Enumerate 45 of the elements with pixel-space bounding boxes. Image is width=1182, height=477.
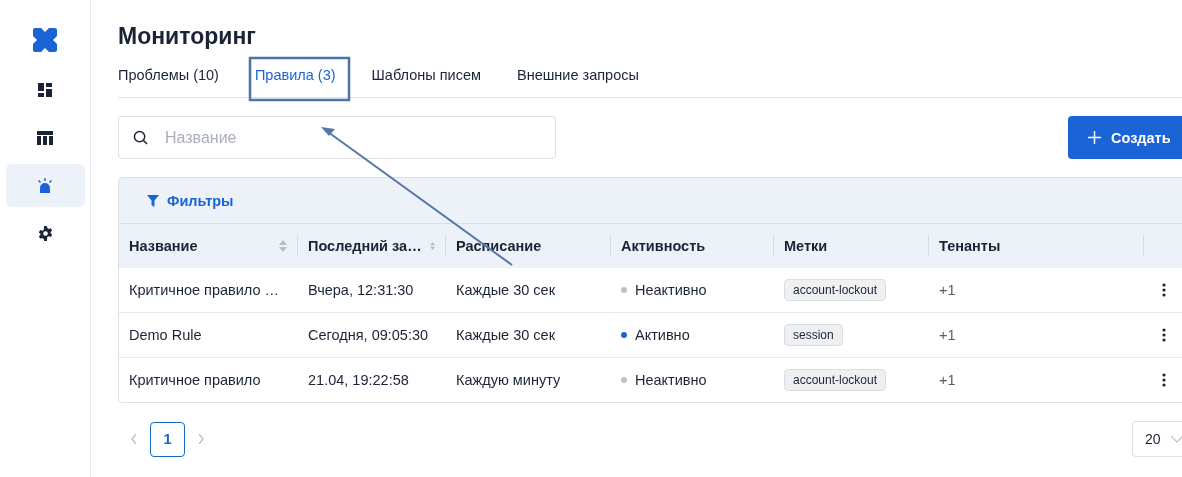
- table-cell-text: Каждые 30 сек: [455, 281, 556, 300]
- more-icon[interactable]: [1162, 328, 1166, 342]
- plus-icon: [1088, 131, 1101, 144]
- table-cell-text: Сегодня, 09:05:30: [307, 326, 430, 345]
- more-icon[interactable]: [1162, 373, 1166, 387]
- table-cell-text: Вчера, 12:31:30: [307, 281, 415, 300]
- column-header[interactable]: Последний за…: [298, 235, 446, 257]
- tab[interactable]: Правила (3): [254, 66, 336, 83]
- more-icon[interactable]: [1162, 283, 1166, 297]
- column-header[interactable]: Метки: [774, 235, 929, 257]
- table-cell-text: +1: [938, 281, 957, 300]
- table-icon: [37, 130, 53, 145]
- tab[interactable]: Внешние запросы: [516, 66, 639, 83]
- page-size-select[interactable]: 20: [1132, 421, 1182, 457]
- chevron-down-icon: [1170, 435, 1182, 443]
- dashboard-icon: [38, 82, 52, 97]
- table-cell-text: +1: [938, 326, 957, 345]
- column-header[interactable]: Название: [119, 235, 298, 257]
- logo-icon: [31, 26, 59, 54]
- tag: account-lockout: [784, 279, 887, 301]
- status-label: Активно: [635, 327, 690, 343]
- table-cell-text: Критичное правило: [128, 371, 262, 390]
- search-field[interactable]: Название: [118, 116, 556, 159]
- create-button[interactable]: Создать: [1068, 116, 1182, 159]
- tab[interactable]: Проблемы (10): [118, 66, 219, 83]
- filter-icon: [147, 194, 159, 207]
- search-icon: [133, 130, 148, 145]
- page-button[interactable]: 1: [150, 421, 185, 457]
- column-header[interactable]: Активность: [611, 235, 774, 257]
- status-label: Неактивно: [635, 372, 707, 388]
- table-cell-text: Demo Rule: [128, 326, 203, 345]
- tab[interactable]: Шаблоны писем: [371, 66, 481, 83]
- table-cell-text: +1: [938, 371, 957, 390]
- settings-icon: [37, 226, 53, 241]
- status-label: Неактивно: [635, 282, 707, 298]
- column-header[interactable]: Тенанты: [929, 235, 1144, 257]
- table-cell-text: 21.04, 19:22:58: [307, 371, 410, 390]
- page-title: Мониторинг: [118, 22, 257, 51]
- table-cell-text: Каждую минуту: [455, 371, 562, 390]
- alarm-icon: [37, 177, 53, 194]
- filters-button[interactable]: Фильтры: [147, 192, 234, 209]
- table-cell-text: Критичное правило …: [128, 281, 281, 300]
- tag: session: [784, 324, 843, 346]
- table-cell-text: Каждые 30 сек: [455, 326, 556, 345]
- tag: account-lockout: [784, 369, 887, 391]
